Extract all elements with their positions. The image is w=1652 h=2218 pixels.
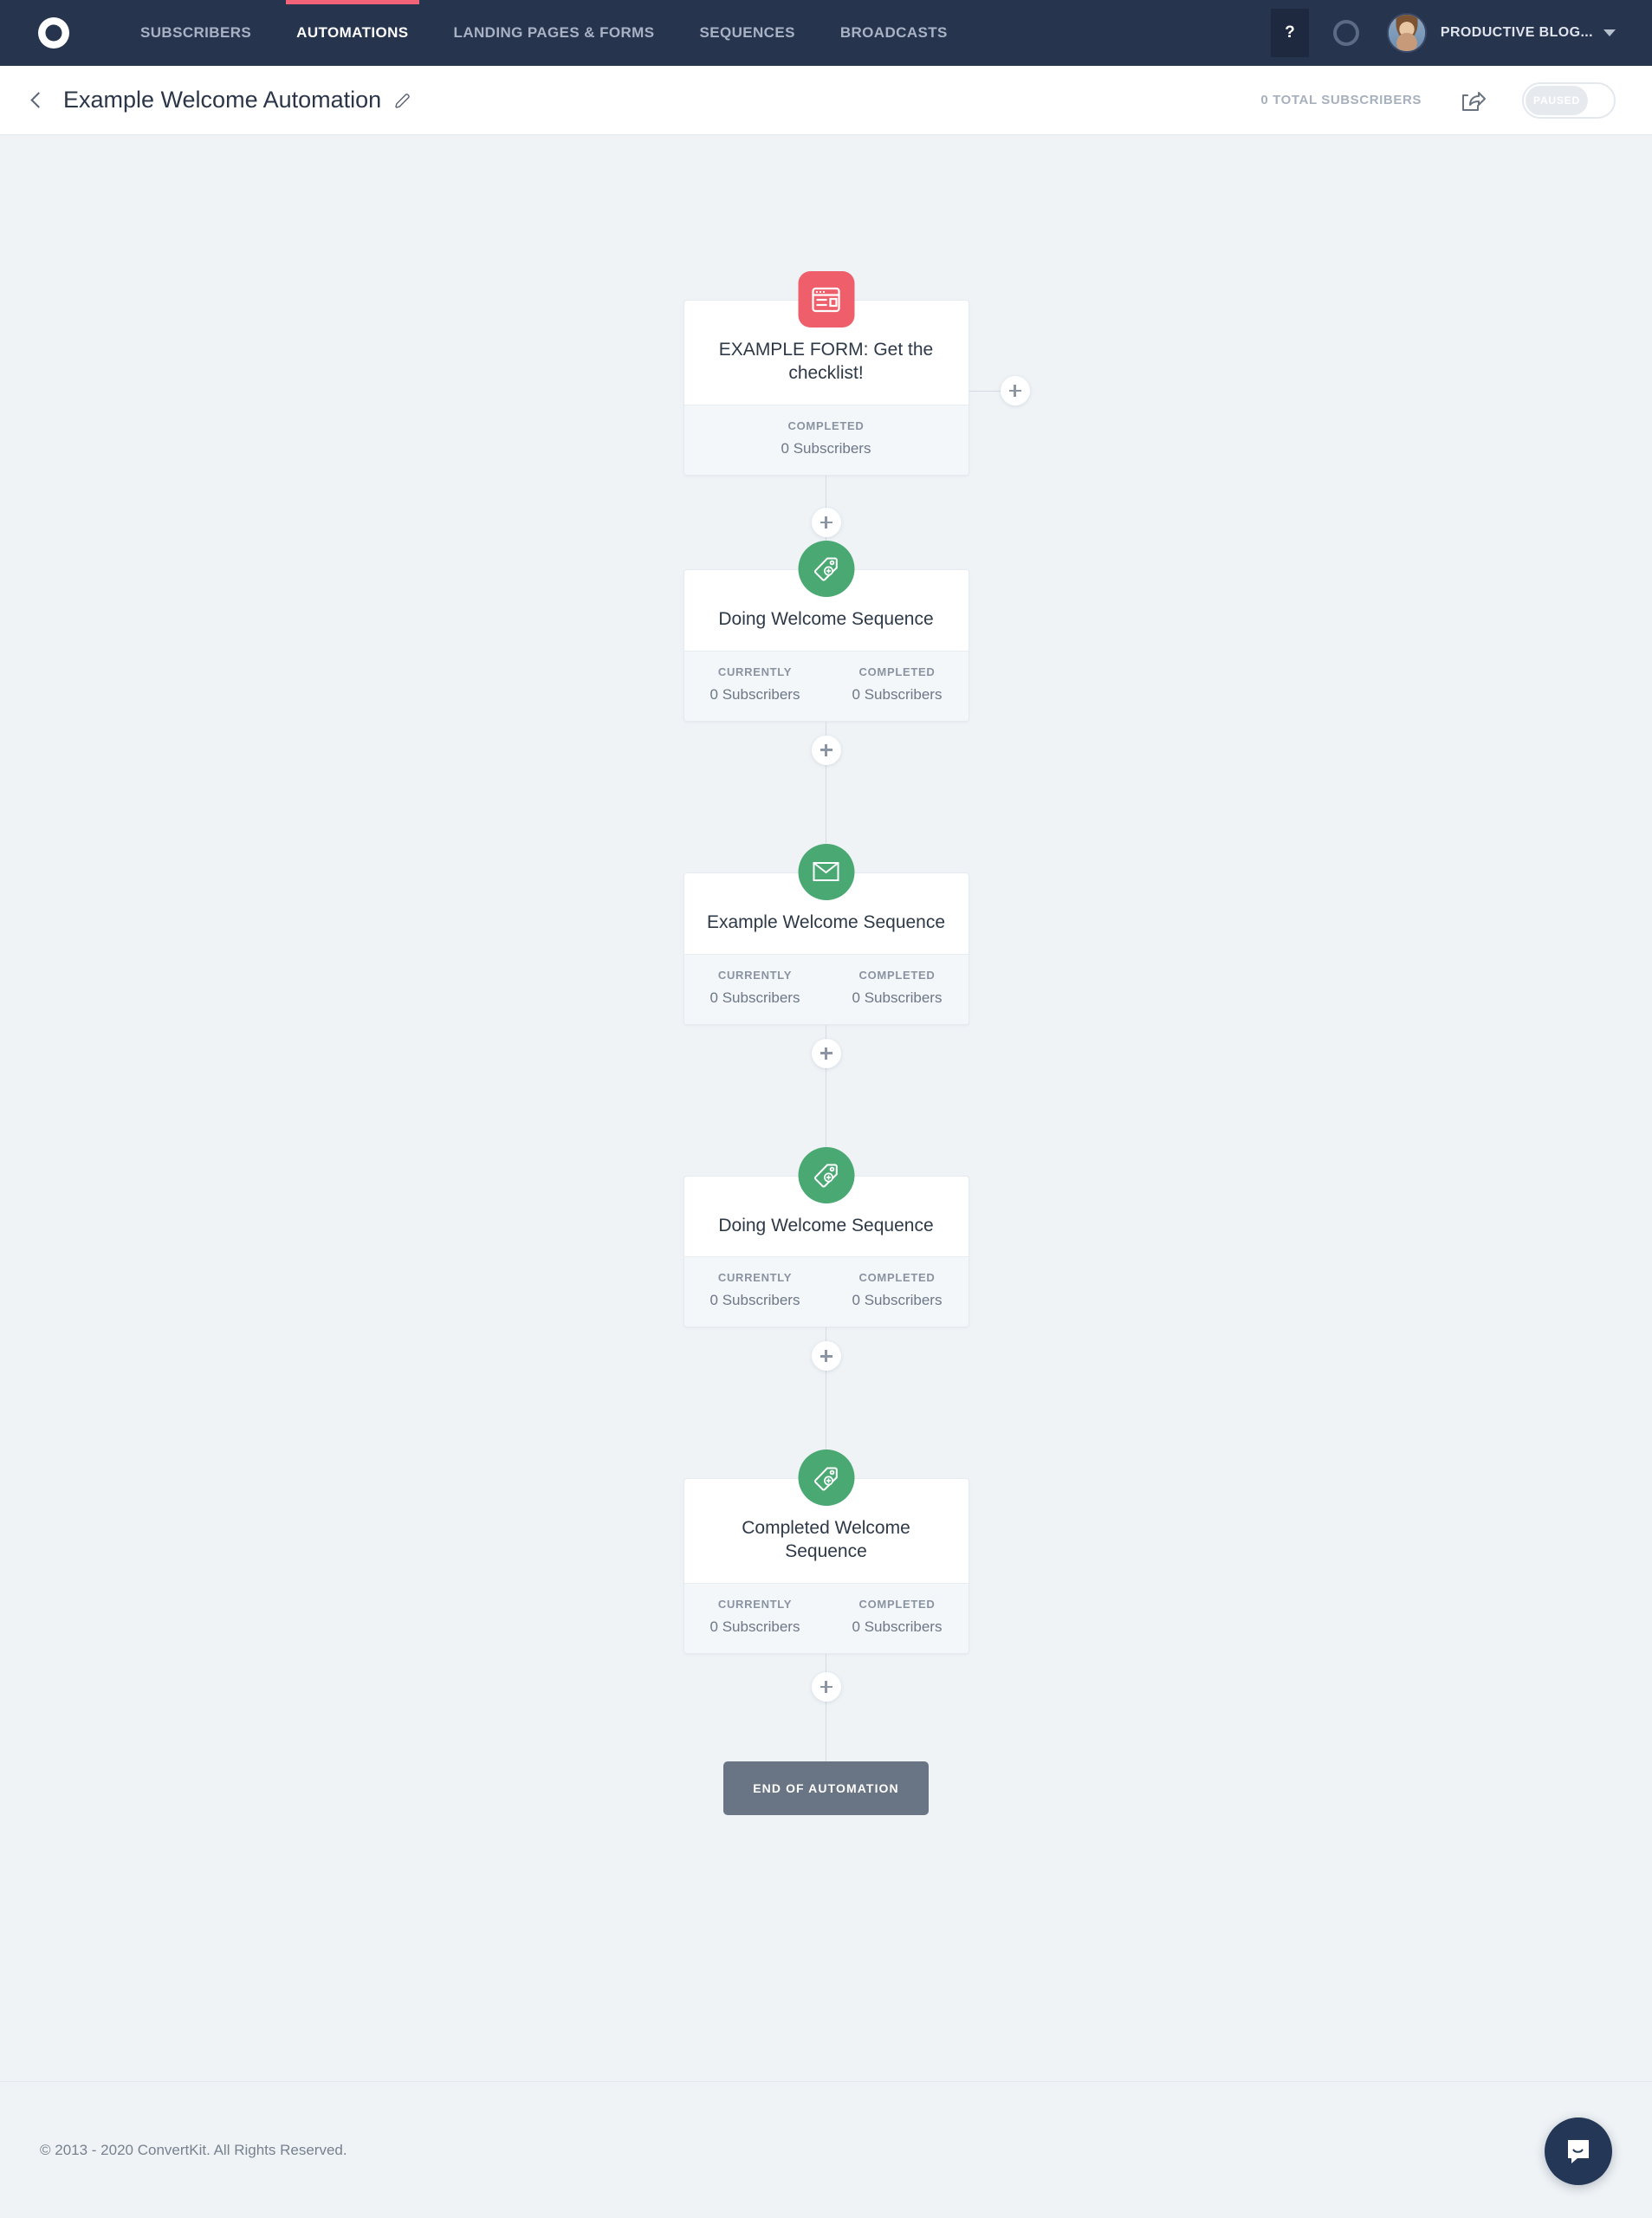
add-step-button-3[interactable] (811, 1038, 841, 1068)
main-nav-items: SUBSCRIBERS AUTOMATIONS LANDING PAGES & … (118, 0, 970, 66)
account-name-label[interactable]: PRODUCTIVE BLOG... (1441, 25, 1593, 41)
flow-node-email[interactable]: Example Welcome Sequence CURRENTLY 0 Sub… (683, 843, 969, 1025)
stat-completed: COMPLETED 0 Subscribers (826, 665, 969, 704)
sub-header-bar: Example Welcome Automation 0 TOTAL SUBSC… (0, 66, 1652, 135)
copyright-text: © 2013 - 2020 ConvertKit. All Rights Res… (40, 2141, 347, 2158)
node-stats: CURRENTLY 0 Subscribers COMPLETED 0 Subs… (683, 953, 969, 1024)
help-button[interactable]: ? (1270, 9, 1309, 57)
nav-right-group: ? PRODUCTIVE BLOG... (1270, 0, 1652, 66)
stat-label: CURRENTLY (717, 1598, 793, 1612)
stat-value: 0 Subscribers (709, 1292, 800, 1309)
page-title: Example Welcome Automation (63, 87, 382, 113)
stat-currently: CURRENTLY 0 Subscribers (684, 1598, 826, 1636)
stat-label: CURRENTLY (717, 968, 793, 982)
stat-value: 0 Subscribers (852, 685, 943, 703)
stat-label: COMPLETED (858, 665, 936, 678)
circle-ring-icon[interactable] (1332, 20, 1359, 46)
node-stats: CURRENTLY 0 Subscribers COMPLETED 0 Subs… (683, 1256, 969, 1327)
add-step-button-2[interactable] (811, 735, 841, 765)
stat-value: 0 Subscribers (852, 989, 943, 1006)
pause-toggle[interactable]: PAUSED (1522, 81, 1616, 119)
avatar[interactable] (1386, 13, 1427, 53)
page-footer: © 2013 - 2020 ConvertKit. All Rights Res… (0, 2081, 1652, 2218)
tag-icon (798, 1146, 854, 1203)
end-of-automation-button[interactable]: END OF AUTOMATION (723, 1761, 929, 1816)
stat-currently: CURRENTLY 0 Subscribers (684, 1271, 826, 1309)
stat-currently: CURRENTLY 0 Subscribers (684, 665, 826, 704)
stat-value: 0 Subscribers (709, 685, 800, 703)
stat-value: 0 Subscribers (781, 439, 871, 457)
nav-item-sequences[interactable]: SEQUENCES (677, 0, 817, 66)
share-icon[interactable] (1460, 88, 1486, 113)
node-stats: COMPLETED 0 Subscribers (683, 404, 969, 475)
sub-header-right-group: 0 TOTAL SUBSCRIBERS PAUSED (1260, 81, 1616, 119)
stat-value: 0 Subscribers (852, 1618, 943, 1636)
flow-node-tag-1[interactable]: Doing Welcome Sequence CURRENTLY 0 Subsc… (683, 540, 969, 722)
stat-label: CURRENTLY (717, 665, 793, 678)
stat-completed: COMPLETED 0 Subscribers (826, 969, 969, 1007)
automation-canvas: EXAMPLE FORM: Get the checklist! COMPLET… (0, 135, 1652, 2081)
nav-item-automations[interactable]: AUTOMATIONS (274, 0, 431, 66)
intercom-chat-icon[interactable] (1545, 2117, 1612, 2185)
stat-label: COMPLETED (858, 968, 936, 982)
toggle-knob-label: PAUSED (1526, 85, 1588, 115)
stat-value: 0 Subscribers (709, 989, 800, 1006)
side-branch-connector (969, 376, 1030, 405)
pencil-icon[interactable] (393, 91, 412, 110)
add-step-button-4[interactable] (811, 1341, 841, 1372)
email-icon (798, 843, 854, 900)
stat-label: COMPLETED (858, 1598, 936, 1612)
add-step-button-side[interactable] (1000, 376, 1030, 405)
stat-label: COMPLETED (787, 418, 865, 432)
chevron-down-icon[interactable] (1603, 29, 1616, 36)
stat-label: COMPLETED (858, 1271, 936, 1285)
stat-completed: COMPLETED 0 Subscribers (684, 419, 969, 457)
convertkit-logo-icon[interactable] (35, 14, 73, 52)
total-subscribers-label: 0 TOTAL SUBSCRIBERS (1260, 93, 1422, 107)
stat-completed: COMPLETED 0 Subscribers (826, 1271, 969, 1309)
node-stats: CURRENTLY 0 Subscribers COMPLETED 0 Subs… (683, 1583, 969, 1654)
add-step-button-1[interactable] (811, 507, 841, 537)
nav-item-subscribers[interactable]: SUBSCRIBERS (118, 0, 274, 66)
stat-label: CURRENTLY (717, 1271, 793, 1285)
flow-node-form[interactable]: EXAMPLE FORM: Get the checklist! COMPLET… (683, 271, 1030, 476)
nav-item-broadcasts[interactable]: BROADCASTS (818, 0, 970, 66)
tag-icon (798, 1449, 854, 1507)
back-chevron-icon[interactable] (30, 92, 47, 108)
tag-icon (798, 540, 854, 597)
node-stats: CURRENTLY 0 Subscribers COMPLETED 0 Subs… (683, 650, 969, 721)
form-icon (798, 271, 854, 328)
add-step-button-5[interactable] (811, 1672, 841, 1702)
automation-flow: EXAMPLE FORM: Get the checklist! COMPLET… (0, 135, 1652, 1816)
flow-node-tag-2[interactable]: Doing Welcome Sequence CURRENTLY 0 Subsc… (683, 1146, 969, 1328)
nav-item-landing-pages-forms[interactable]: LANDING PAGES & FORMS (431, 0, 677, 66)
stat-value: 0 Subscribers (709, 1618, 800, 1636)
stat-value: 0 Subscribers (852, 1292, 943, 1309)
stat-completed: COMPLETED 0 Subscribers (826, 1598, 969, 1636)
top-navigation-bar: SUBSCRIBERS AUTOMATIONS LANDING PAGES & … (0, 0, 1652, 66)
flow-node-tag-3[interactable]: Completed Welcome Sequence CURRENTLY 0 S… (683, 1449, 969, 1655)
stat-currently: CURRENTLY 0 Subscribers (684, 969, 826, 1007)
